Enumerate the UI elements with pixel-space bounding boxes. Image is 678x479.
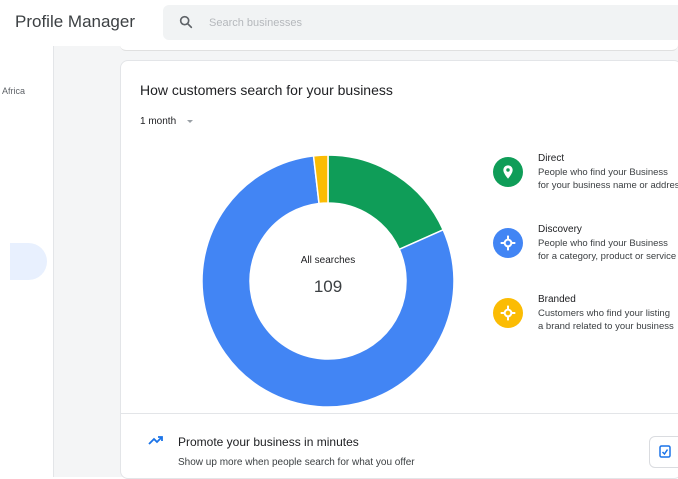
donut-center: All searches 109	[200, 153, 456, 409]
previous-card-edge	[120, 40, 678, 51]
legend-description: People who find your Business for a cate…	[538, 237, 678, 263]
legend-description-line: People who find your Business	[538, 167, 668, 178]
legend-item-direct: Direct People who find your Business for…	[493, 153, 678, 209]
promo-subtitle: Show up more when people search for what…	[178, 457, 415, 468]
legend-description-line: People who find your Business	[538, 238, 668, 249]
legend-icon-branded	[493, 298, 523, 328]
legend-icon-direct	[493, 157, 523, 187]
legend-item-discovery: Discovery People who find your Business …	[493, 224, 678, 280]
center-label: All searches	[300, 255, 356, 266]
promo-action-button[interactable]	[649, 436, 678, 468]
location-pin-icon	[503, 165, 513, 179]
promo-row[interactable]: Promote your business in minutes Show up…	[121, 414, 678, 478]
sidebar-active-item[interactable]	[10, 243, 47, 280]
period-label: 1 month	[140, 115, 177, 127]
search-icon	[179, 15, 193, 29]
legend-description-line: Customers who find your listing	[538, 308, 670, 319]
legend-title: Branded	[538, 294, 576, 305]
search-insights-card: How customers search for your business 1…	[120, 60, 678, 479]
chevron-down-icon	[187, 119, 194, 123]
legend-description-line: a brand related to your business	[538, 321, 674, 332]
sidebar-country-label: Africa	[2, 86, 26, 96]
edit-icon	[659, 445, 671, 458]
period-dropdown[interactable]: 1 month	[140, 113, 194, 129]
legend-description: People who find your Business for your b…	[538, 166, 678, 192]
legend-icon-discovery	[493, 228, 523, 258]
sidebar: Africa	[0, 46, 54, 477]
app-title: Profile Manager	[15, 12, 136, 31]
compass-icon	[500, 235, 516, 251]
legend-title: Direct	[538, 153, 565, 164]
search-box[interactable]	[163, 5, 678, 40]
legend-item-branded: Branded Customers who find your listing …	[493, 294, 678, 350]
search-input[interactable]	[207, 12, 651, 34]
legend-description-line: for your business name or address	[538, 180, 678, 191]
legend-title: Discovery	[538, 224, 582, 235]
legend-description: Customers who find your listing a brand …	[538, 307, 678, 333]
card-title: How customers search for your business	[140, 82, 393, 98]
trending-up-icon	[148, 436, 163, 445]
legend-description-line: for a category, product or service	[538, 251, 677, 262]
promo-title: Promote your business in minutes	[178, 435, 359, 449]
center-total-value: 109	[313, 277, 343, 296]
brand-icon	[500, 305, 516, 321]
